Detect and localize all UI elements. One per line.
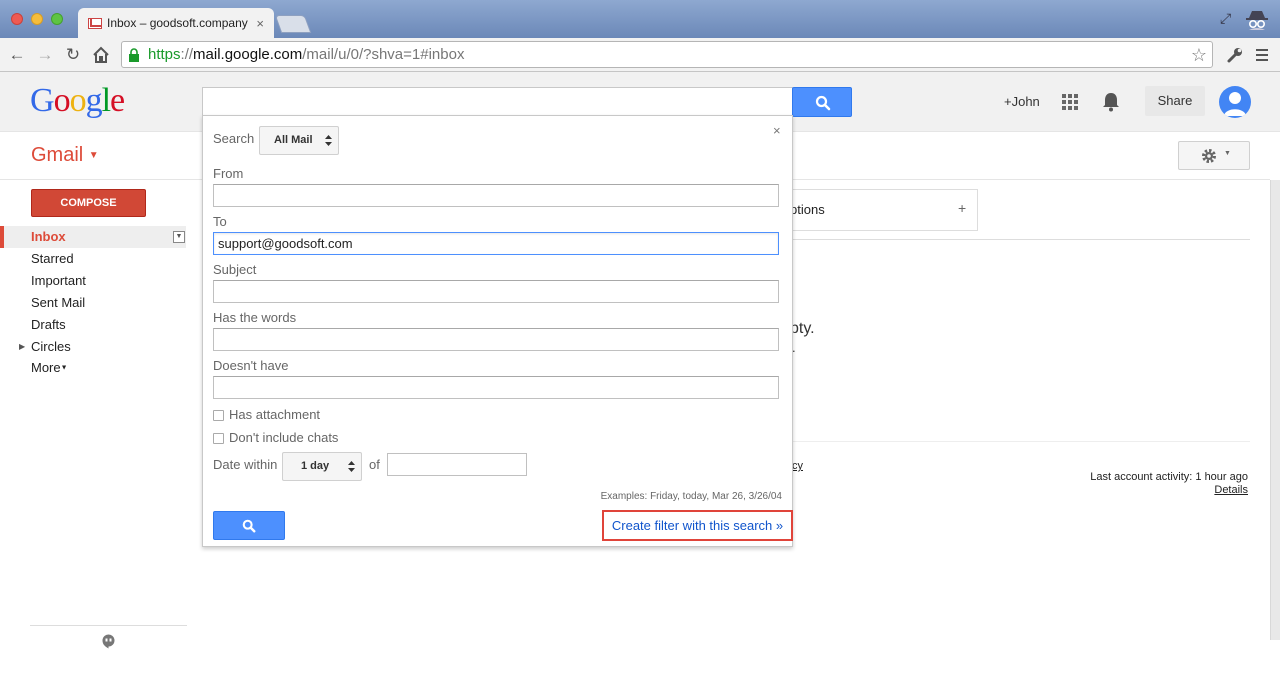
bookmark-star-icon[interactable]: ☆ [1191, 45, 1207, 66]
home-icon[interactable] [92, 46, 110, 64]
inbox-dropdown-icon[interactable]: ▼ [173, 231, 185, 243]
compose-button[interactable]: COMPOSE [31, 189, 146, 217]
sidebar-item-more[interactable]: More▼ [0, 357, 186, 379]
doesnt-have-label: Doesn't have [213, 358, 289, 373]
incognito-icon [1246, 11, 1268, 30]
window-zoom-button[interactable] [51, 13, 63, 25]
notification-bell-icon[interactable] [1102, 92, 1120, 112]
extensions-wrench-icon[interactable] [1226, 46, 1244, 64]
chevron-down-icon: ▼ [60, 364, 68, 372]
subject-label: Subject [213, 262, 257, 277]
sidebar-item-inbox[interactable]: Inbox ▼ [0, 226, 186, 248]
advanced-search-panel: Search All Mail × From To support@goodso… [202, 115, 793, 547]
create-filter-link[interactable]: Create filter with this search » [602, 510, 793, 541]
apps-grid-icon[interactable] [1062, 94, 1078, 110]
from-label: From [213, 166, 244, 181]
browser-tab-bar: Inbox – goodsoft.company × ⤢ [0, 0, 1280, 38]
profile-avatar-icon [1224, 92, 1246, 116]
has-attachment-checkbox[interactable] [213, 410, 224, 421]
sidebar-item-sent-mail[interactable]: Sent Mail [0, 292, 186, 314]
chrome-menu-icon[interactable] [1256, 49, 1268, 64]
url-host: mail.google.com [193, 46, 303, 63]
google-plus-profile-link[interactable]: +John [1004, 94, 1040, 109]
exclude-chats-label: Don't include chats [229, 430, 339, 445]
search-scope-select[interactable]: All Mail [259, 126, 339, 155]
url-separator: :// [180, 46, 194, 63]
address-bar[interactable]: https://mail.google.com/mail/u/0/?shva=1… [121, 41, 1213, 68]
url-path: /mail/u/0/?shva=1#inbox [302, 46, 465, 63]
last-account-activity: Last account activity: 1 hour ago [1090, 471, 1248, 483]
select-arrows-icon [325, 135, 332, 146]
window-minimize-button[interactable] [31, 13, 43, 25]
new-tab-button[interactable] [274, 15, 312, 33]
from-field[interactable] [213, 184, 779, 207]
hangouts-icon[interactable] [101, 634, 116, 649]
has-attachment-label: Has attachment [229, 407, 321, 422]
divider [30, 625, 187, 626]
search-icon [242, 519, 256, 533]
exclude-chats-checkbox[interactable] [213, 433, 224, 444]
divider [790, 239, 1250, 240]
google-logo[interactable]: Google [30, 82, 125, 120]
details-link[interactable]: Details [1180, 484, 1248, 496]
mail-search-button[interactable] [792, 87, 852, 117]
program-policies-link[interactable]: cy [792, 460, 803, 472]
date-within-label: Date within [213, 457, 278, 472]
of-label: of [369, 457, 380, 472]
gmail-app-switcher[interactable]: Gmail ▼ [31, 144, 99, 167]
to-label: To [213, 214, 227, 229]
chevron-down-icon: ▼ [1224, 150, 1231, 157]
sidebar-item-drafts[interactable]: Drafts [0, 314, 186, 336]
select-arrows-icon [348, 461, 355, 472]
browser-toolbar: ← → ↻ https://mail.google.com/mail/u/0/?… [0, 38, 1280, 72]
sidebar-item-important[interactable]: Important [0, 270, 186, 292]
gmail-favicon-icon [88, 17, 102, 29]
avatar[interactable] [1219, 86, 1251, 118]
lock-icon [129, 47, 139, 62]
tab-close-icon[interactable]: × [256, 16, 264, 31]
has-words-field[interactable] [213, 328, 779, 351]
settings-button[interactable]: ▼ [1178, 141, 1250, 170]
search-scope-label: Search [213, 131, 255, 146]
date-reference-field[interactable] [387, 453, 527, 476]
to-field[interactable]: support@goodsoft.com [213, 232, 779, 255]
doesnt-have-field[interactable] [213, 376, 779, 399]
scrollbar[interactable] [1270, 180, 1280, 640]
forward-arrow-icon[interactable]: → [34, 44, 56, 66]
has-words-label: Has the words [213, 310, 297, 325]
share-button[interactable]: Share [1145, 86, 1205, 116]
divider [790, 441, 1250, 442]
expand-triangle-icon[interactable]: ▶ [19, 336, 25, 358]
fullscreen-icon[interactable]: ⤢ [1220, 10, 1231, 27]
browser-tab-inbox[interactable]: Inbox – goodsoft.company × [78, 8, 274, 38]
chevron-down-icon: ▼ [88, 150, 99, 162]
search-icon [815, 95, 831, 111]
advanced-search-button[interactable] [213, 511, 285, 540]
window-close-button[interactable] [11, 13, 23, 25]
date-examples-hint: Examples: Friday, today, Mar 26, 3/26/04 [600, 491, 782, 502]
back-arrow-icon[interactable]: ← [6, 44, 28, 66]
empty-inbox-message: pty. [790, 320, 815, 337]
mail-search-input[interactable] [202, 87, 793, 117]
tab-promotions[interactable]: ptions [790, 189, 978, 231]
reload-icon[interactable]: ↻ [62, 44, 84, 66]
close-icon[interactable]: × [773, 123, 781, 138]
gear-icon [1202, 149, 1216, 163]
sidebar-item-circles[interactable]: ▶ Circles [0, 336, 186, 358]
add-tab-icon[interactable]: + [958, 200, 966, 216]
url-scheme: https [148, 46, 181, 63]
sidebar-item-starred[interactable]: Starred [0, 248, 186, 270]
subject-field[interactable] [213, 280, 779, 303]
date-within-select[interactable]: 1 day [282, 452, 362, 481]
tab-title: Inbox – goodsoft.company [107, 16, 248, 30]
